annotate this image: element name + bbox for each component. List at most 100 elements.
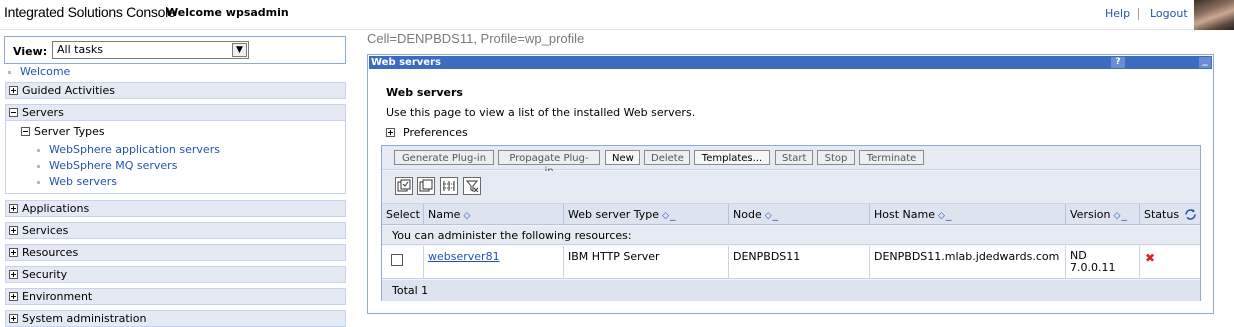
nav-category-system-administration[interactable]: System administration: [5, 310, 346, 327]
terminate-button[interactable]: Terminate: [859, 150, 924, 165]
filter-link[interactable]: _: [670, 208, 676, 221]
stop-button[interactable]: Stop: [817, 150, 855, 165]
column-header-label: Name: [428, 208, 461, 221]
expand-icon[interactable]: [9, 292, 18, 301]
column-header-label: Select: [386, 208, 420, 221]
column-header-name[interactable]: Name ◇: [424, 204, 564, 225]
expand-icon[interactable]: [9, 86, 18, 95]
table-icon-bar: [382, 171, 1200, 204]
filter-link[interactable]: _: [946, 208, 952, 221]
table-total: Total 1: [382, 280, 1200, 301]
nav-link-label: WebSphere MQ servers: [49, 159, 178, 172]
expand-icon[interactable]: [9, 204, 18, 213]
nav-server-types-label: Server Types: [34, 125, 105, 138]
column-header-host[interactable]: Host Name ◇_: [870, 204, 1066, 225]
new-button[interactable]: New: [605, 150, 640, 165]
minimize-icon[interactable]: _: [1199, 56, 1211, 68]
nav-category-security[interactable]: Security: [5, 266, 346, 283]
sort-icon[interactable]: ◇: [1113, 211, 1120, 221]
view-select-value: All tasks: [57, 43, 104, 56]
column-header-node[interactable]: Node ◇_: [729, 204, 870, 225]
column-header-label: Host Name: [874, 208, 935, 221]
sort-icon[interactable]: ◇: [938, 211, 945, 221]
chevron-down-icon[interactable]: ▼: [232, 43, 247, 57]
delete-button[interactable]: Delete: [644, 150, 690, 165]
servers-subtree: Server Types WebSphere application serve…: [5, 121, 346, 194]
collapse-icon[interactable]: [9, 108, 18, 117]
view-filter: View: All tasks ▼: [4, 36, 346, 64]
navigation-panel: View: All tasks ▼ Welcome Guided Activit…: [0, 31, 350, 327]
column-header-status: Status: [1140, 204, 1200, 225]
bullet-icon: [37, 164, 40, 168]
expand-icon[interactable]: [9, 314, 18, 323]
column-header-version[interactable]: Version ◇_: [1066, 204, 1140, 225]
nav-category-servers[interactable]: Servers: [5, 104, 346, 121]
nav-category-label: System administration: [22, 312, 147, 325]
version-line-2: 7.0.0.11: [1070, 261, 1116, 274]
expand-icon[interactable]: [9, 270, 18, 279]
table-cell-type: IBM HTTP Server: [564, 246, 729, 279]
webserver-link[interactable]: webserver81: [428, 250, 500, 263]
expand-icon[interactable]: [9, 226, 18, 235]
web-servers-table: Generate Plug-in Propagate Plug-in New D…: [381, 145, 1201, 301]
nav-category-label: Environment: [22, 290, 93, 303]
column-header-label: Node: [733, 208, 762, 221]
preferences-label: Preferences: [403, 126, 468, 139]
column-header-type[interactable]: Web server Type ◇_: [564, 204, 729, 225]
bullet-icon: [8, 70, 11, 74]
table-button-bar: Generate Plug-in Propagate Plug-in New D…: [382, 146, 1200, 177]
nav-link-websphere-mq-servers[interactable]: WebSphere MQ servers: [37, 159, 177, 172]
nav-category-applications[interactable]: Applications: [5, 200, 346, 217]
sort-icon[interactable]: ◇: [765, 211, 772, 221]
nav-server-types[interactable]: Server Types: [21, 125, 105, 138]
help-icon[interactable]: ?: [1111, 57, 1125, 68]
nav-link-websphere-app-servers[interactable]: WebSphere application servers: [37, 143, 220, 156]
help-link[interactable]: Help: [1105, 7, 1130, 20]
deselect-all-icon[interactable]: [417, 177, 435, 195]
nav-category-environment[interactable]: Environment: [5, 288, 346, 305]
portlet-title: Web servers: [371, 57, 441, 68]
clear-filter-icon[interactable]: [463, 177, 481, 195]
show-filter-icon[interactable]: [440, 177, 458, 195]
table-info-row: You can administer the following resourc…: [382, 226, 1200, 245]
page-description: Use this page to view a list of the inst…: [386, 106, 696, 119]
row-checkbox[interactable]: [391, 254, 403, 266]
view-select[interactable]: All tasks ▼: [52, 41, 249, 59]
view-label: View:: [13, 45, 48, 58]
nav-welcome-link[interactable]: Welcome: [8, 65, 70, 78]
nav-category-label: Guided Activities: [22, 84, 115, 97]
nav-category-guided-activities[interactable]: Guided Activities: [5, 82, 346, 99]
preferences-toggle[interactable]: Preferences: [386, 126, 468, 139]
generate-plugin-button[interactable]: Generate Plug-in: [394, 150, 494, 165]
sort-icon[interactable]: ◇: [463, 211, 470, 221]
nav-link-web-servers[interactable]: Web servers: [37, 175, 117, 188]
refresh-icon[interactable]: [1184, 208, 1197, 221]
filter-link[interactable]: _: [773, 208, 779, 221]
propagate-plugin-button[interactable]: Propagate Plug-in: [498, 150, 600, 177]
table-cell-node: DENPBDS11: [729, 246, 870, 279]
filter-link[interactable]: _: [1121, 208, 1127, 221]
nav-category-services[interactable]: Services: [5, 222, 346, 239]
stopped-status-icon: ✖: [1145, 251, 1156, 265]
nav-category-label: Servers: [22, 106, 64, 119]
templates-button[interactable]: Templates...: [694, 150, 770, 165]
bullet-icon: [37, 180, 40, 184]
logout-link[interactable]: Logout: [1150, 7, 1188, 20]
collapse-icon[interactable]: [21, 127, 30, 136]
table-cell-select: [382, 246, 424, 279]
page-title: Web servers: [386, 86, 463, 99]
welcome-user: Welcome wpsadmin: [166, 6, 289, 19]
nav-link-label: WebSphere application servers: [49, 143, 220, 156]
nav-link-label: Web servers: [49, 175, 118, 188]
expand-icon[interactable]: [9, 248, 18, 257]
portlet-title-bar: Web servers ? _: [369, 56, 1212, 69]
start-button[interactable]: Start: [775, 150, 813, 165]
select-all-icon[interactable]: [395, 177, 413, 195]
table-cell-status: ✖: [1140, 246, 1200, 279]
expand-icon[interactable]: [386, 128, 395, 137]
column-header-label: Web server Type: [568, 208, 660, 221]
nav-category-label: Resources: [22, 246, 79, 259]
nav-category-resources[interactable]: Resources: [5, 244, 346, 261]
nav-category-label: Security: [22, 268, 68, 281]
sort-icon[interactable]: ◇: [662, 211, 669, 221]
